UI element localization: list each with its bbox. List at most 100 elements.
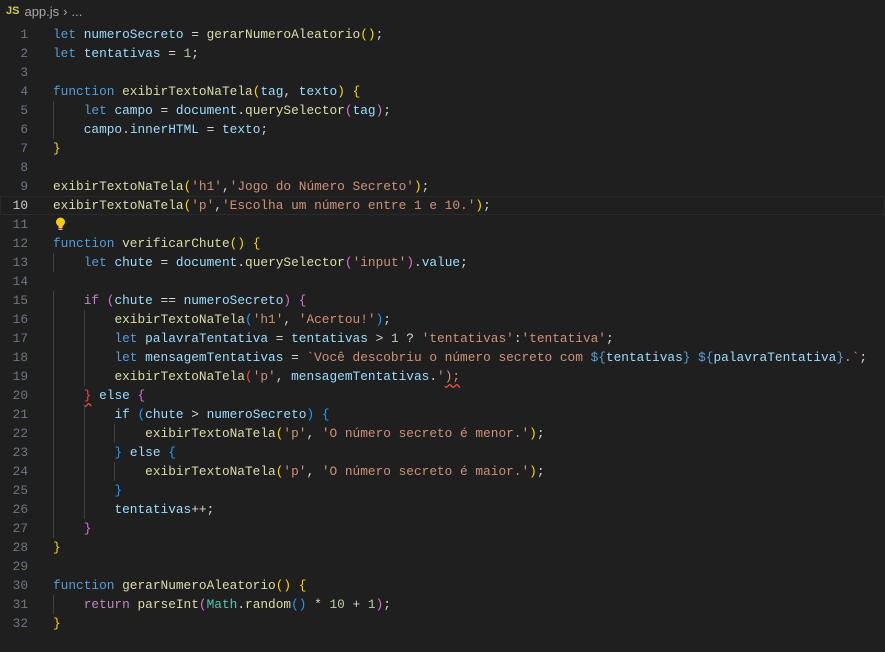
line-number: 13 (12, 255, 28, 270)
code-line[interactable]: 10 exibirTextoNaTela('p','Escolha um núme… (0, 196, 885, 215)
code-line[interactable]: 15 if (chute == numeroSecreto) { (0, 291, 885, 310)
token: if (83, 293, 100, 308)
code-line[interactable]: 20 } else { (0, 386, 885, 405)
token: querySelector (245, 103, 345, 118)
code-line[interactable]: 28} (0, 538, 885, 557)
token: campo (83, 122, 123, 137)
token: document (175, 255, 238, 270)
code-line[interactable]: 14 (0, 272, 885, 291)
token: . (122, 122, 130, 137)
line-number: 23 (12, 445, 28, 460)
token: = (198, 122, 222, 137)
token: ; (383, 103, 391, 118)
token: . (237, 597, 246, 612)
token: chute (145, 407, 184, 422)
line-number: 7 (20, 141, 28, 156)
code-line[interactable]: 25 } (0, 481, 885, 500)
token: () (275, 578, 292, 593)
token: = (160, 46, 184, 61)
token: chute (114, 255, 153, 270)
line-number: 25 (12, 483, 28, 498)
token: document (175, 103, 238, 118)
token: exibirTextoNaTela (145, 426, 276, 441)
line-code: let palavraTentativa = tentativas > 1 ? … (53, 329, 613, 348)
lightbulb-icon[interactable] (55, 217, 66, 232)
code-line[interactable]: 11 (0, 215, 885, 234)
code-line[interactable]: 4 function exibirTextoNaTela(tag, texto) … (0, 82, 885, 101)
code-line[interactable]: 29 (0, 557, 885, 576)
token: 'Jogo do Número Secreto' (229, 179, 414, 194)
line-number: 20 (12, 388, 28, 403)
line-number: 21 (12, 407, 28, 422)
line-number: 8 (20, 160, 28, 175)
code-line[interactable]: 13 let chute = document.querySelector('i… (0, 253, 885, 272)
code-line[interactable]: 2 let tentativas = 1; (0, 44, 885, 63)
code-line[interactable]: 7} (0, 139, 885, 158)
token: let (83, 255, 107, 270)
token: } (53, 141, 61, 156)
token: 'p' (252, 369, 276, 384)
token: tentativas (83, 46, 161, 61)
code-line[interactable]: 21 if (chute > numeroSecreto) { (0, 405, 885, 424)
code-line[interactable]: 31 return parseInt(Math.random() * 10 + … (0, 595, 885, 614)
code-line[interactable]: 12 function verificarChute() { (0, 234, 885, 253)
line-code: function gerarNumeroAleatorio() { (53, 576, 306, 595)
code-line[interactable]: 8 (0, 158, 885, 177)
token: campo (114, 103, 153, 118)
line-number: 17 (12, 331, 28, 346)
token: chute (114, 293, 153, 308)
code-line[interactable]: 19 exibirTextoNaTela('p', mensagemTentat… (0, 367, 885, 386)
token: , (306, 426, 322, 441)
token: { (352, 84, 361, 99)
line-number: 2 (20, 46, 28, 61)
token: ; (191, 46, 199, 61)
line-number: 26 (12, 502, 28, 517)
token: ) (306, 407, 315, 422)
breadcrumb: JS app.js › ... (0, 0, 885, 22)
code-line[interactable]: 23 } else { (0, 443, 885, 462)
code-line[interactable]: 16 exibirTextoNaTela('h1', 'Acertou!'); (0, 310, 885, 329)
code-line[interactable]: 32} (0, 614, 885, 633)
token: ( (245, 312, 253, 327)
token: 'h1' (252, 312, 284, 327)
line-code: exibirTextoNaTela('p', 'O número secreto… (53, 462, 545, 481)
chevron-right-icon: › (63, 3, 68, 19)
line-code: campo.innerHTML = texto; (53, 120, 268, 139)
line-code: return parseInt(Math.random() * 10 + 1); (53, 595, 391, 614)
code-line[interactable]: 30 function gerarNumeroAleatorio() { (0, 576, 885, 595)
token: ; (536, 464, 545, 479)
token: ; (483, 198, 491, 213)
breadcrumb-file[interactable]: app.js (24, 4, 59, 19)
token: ) (413, 179, 422, 194)
code-line[interactable]: 5 let campo = document.querySelector(tag… (0, 101, 885, 120)
token: mensagemTentativas (145, 350, 284, 365)
line-number: 30 (12, 578, 28, 593)
code-line[interactable]: 17 let palavraTentativa = tentativas > 1… (0, 329, 885, 348)
token: gerarNumeroAleatorio (122, 578, 276, 593)
code-line[interactable]: 3 (0, 63, 885, 82)
token: . (429, 369, 438, 384)
code-line[interactable]: 26 tentativas++; (0, 500, 885, 519)
token: 10 (329, 597, 345, 612)
code-line[interactable]: 1 let numeroSecreto = gerarNumeroAleatori… (0, 25, 885, 44)
token: return (83, 597, 130, 612)
code-line[interactable]: 6 campo.innerHTML = texto; (0, 120, 885, 139)
code-line[interactable]: 24 exibirTextoNaTela('p', 'O número secr… (0, 462, 885, 481)
breadcrumb-symbols[interactable]: ... (72, 4, 83, 19)
code-line[interactable]: 27 } (0, 519, 885, 538)
code-editor[interactable]: 1 let numeroSecreto = gerarNumeroAleatori… (0, 25, 885, 633)
code-line[interactable]: 9 exibirTextoNaTela('h1','Jogo do Número … (0, 177, 885, 196)
token: ( (344, 103, 353, 118)
line-number: 28 (12, 540, 28, 555)
code-line[interactable]: 22 exibirTextoNaTela('p', 'O número secr… (0, 424, 885, 443)
code-line[interactable]: 18 let mensagemTentativas = `Você descob… (0, 348, 885, 367)
line-number: 24 (12, 464, 28, 479)
line-number: 1 (20, 27, 28, 42)
